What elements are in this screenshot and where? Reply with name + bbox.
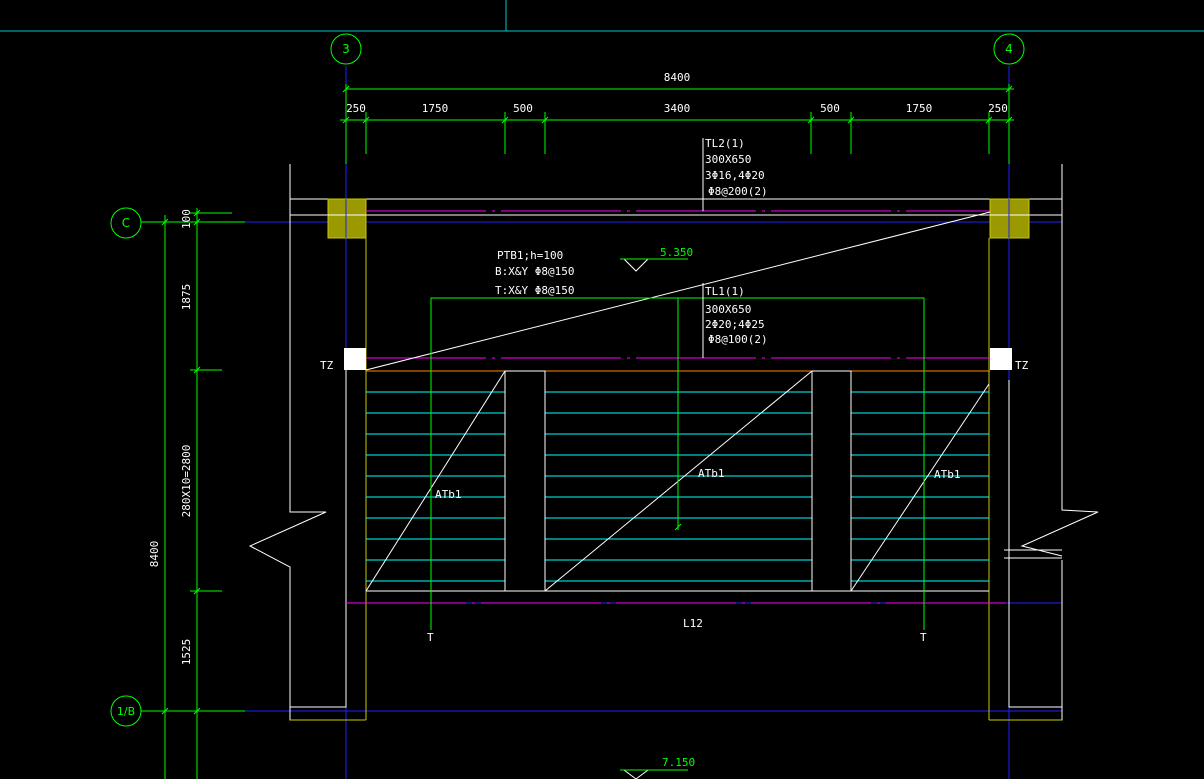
tz-label-left: TZ — [320, 359, 334, 372]
wall-left-outer — [248, 164, 346, 721]
column-left — [327, 198, 367, 239]
wall-right-inner — [1008, 380, 1062, 708]
tz-column-left — [344, 348, 366, 370]
dim-left-seg-3: 280X10=2800 — [180, 445, 193, 518]
dim-top-seg-3: 500 — [513, 102, 533, 115]
grid-bubble-c-label: C — [122, 216, 130, 230]
tl1-name: TL1(1) — [705, 285, 745, 298]
stair-well-right — [811, 370, 852, 592]
dim-top-seg-4: 3400 — [664, 102, 691, 115]
grid-bubble-c: C — [110, 207, 142, 239]
viewport-frame — [0, 0, 1204, 32]
tl2-rebar: 3Φ16,4Φ20 — [705, 169, 765, 182]
elevation-marker-upper — [620, 258, 688, 272]
dim-top-seg-7: 250 — [988, 102, 1008, 115]
tl2-section: 300X650 — [705, 153, 751, 166]
slab-bottom-rebar: B:X&Y Φ8@150 — [495, 265, 574, 278]
top-dimension-lines — [340, 84, 1014, 164]
tl1-stirrup: Φ8@100(2) — [708, 333, 768, 346]
stair-label-left: ATb1 — [435, 488, 462, 501]
wall-right-outer — [1020, 164, 1099, 557]
tl1-annotation: TL1(1) 300X650 2Φ20;4Φ25 Φ8@100(2) — [705, 285, 768, 346]
grid-bubble-3-label: 3 — [342, 42, 350, 56]
elevation-marker-lower — [620, 769, 688, 779]
left-dimension-lines — [160, 208, 245, 779]
tl1-rebar: 2Φ20;4Φ25 — [705, 318, 765, 331]
dim-left-seg-1: 100 — [180, 209, 193, 229]
stair-well-left — [504, 370, 546, 592]
tz-column-right — [990, 348, 1012, 370]
section-mark-left: T — [427, 631, 434, 644]
dim-top-seg-1: 250 — [346, 102, 366, 115]
stair-label-mid: ATb1 — [698, 467, 725, 480]
slab-name: PTB1;h=100 — [497, 249, 563, 262]
dim-left-seg-2: 1875 — [180, 284, 193, 311]
stair-label-right: ATb1 — [934, 468, 961, 481]
slab-annotation: PTB1;h=100 B:X&Y Φ8@150 T:X&Y Φ8@150 — [495, 249, 574, 297]
grid-bubble-4-label: 4 — [1005, 42, 1013, 56]
grid-bubble-1b: 1/B — [110, 695, 142, 727]
grid-bubble-1b-label: 1/B — [117, 705, 135, 718]
cad-drawing-canvas: 3 4 C 1/B 8400 250 1750 500 3400 500 175… — [0, 0, 1204, 779]
axis-lines — [230, 66, 1062, 779]
tl1-section: 300X650 — [705, 303, 751, 316]
dim-top-seg-5: 500 — [820, 102, 840, 115]
dim-top-seg-6: 1750 — [906, 102, 933, 115]
wall-left-inner — [290, 350, 347, 708]
grid-bubble-4: 4 — [993, 33, 1025, 65]
dim-overall-top: 8400 — [664, 71, 691, 84]
dim-top-seg-2: 1750 — [422, 102, 449, 115]
wall-right-lower — [990, 560, 1063, 721]
dim-overall-left: 8400 — [148, 541, 161, 568]
tl2-stirrup: Φ8@200(2) — [708, 185, 768, 198]
dim-left-seg-4: 1525 — [180, 639, 193, 666]
tz-label-right: TZ — [1015, 359, 1029, 372]
elevation-label-upper: 5.350 — [660, 246, 693, 259]
slab-top-rebar: T:X&Y Φ8@150 — [495, 284, 574, 297]
elevation-label-lower: 7.150 — [662, 756, 695, 769]
bubble-leaders — [141, 221, 245, 712]
beam-l12-label: L12 — [683, 617, 703, 630]
tl2-name: TL2(1) — [705, 137, 745, 150]
section-mark-right: T — [920, 631, 927, 644]
tl2-annotation: TL2(1) 300X650 3Φ16,4Φ20 Φ8@200(2) — [705, 137, 768, 198]
grid-bubble-3: 3 — [330, 33, 362, 65]
